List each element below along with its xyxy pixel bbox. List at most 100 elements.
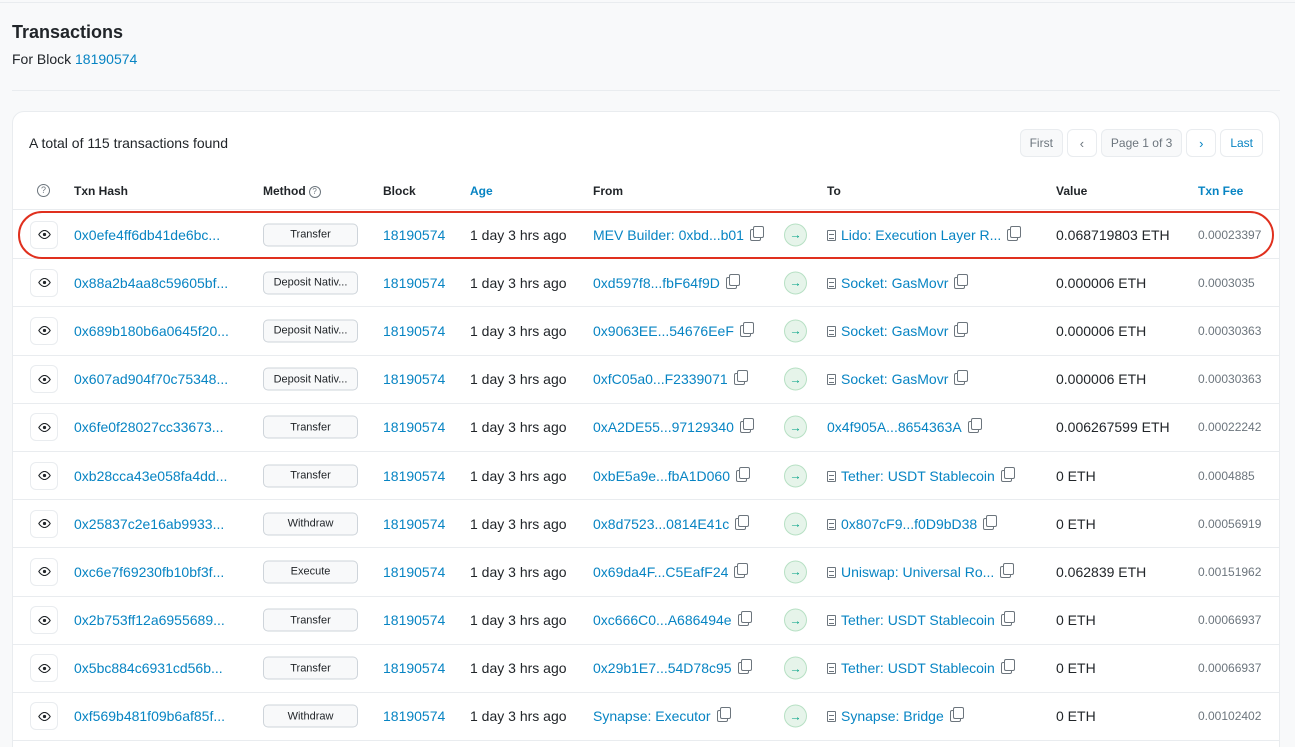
txn-hash-link[interactable]: 0x689b180b6a0645f20... [74, 323, 229, 339]
next-page-button[interactable]: › [1186, 129, 1217, 157]
method-badge: Deposit Nativ... [263, 367, 358, 391]
from-address-link[interactable]: 0xbE5a9e...fbA1D060 [593, 468, 730, 484]
block-link[interactable]: 18190574 [383, 516, 445, 532]
preview-eye-button[interactable] [30, 702, 58, 731]
block-number-link[interactable]: 18190574 [75, 51, 137, 67]
last-page-button[interactable]: Last [1220, 129, 1263, 157]
prev-page-button[interactable]: ‹ [1066, 129, 1097, 157]
txn-hash-link[interactable]: 0x6fe0f28027cc33673... [74, 419, 223, 435]
preview-eye-button[interactable] [30, 654, 58, 683]
col-from: From [593, 184, 623, 198]
arrow-right-icon: → [784, 415, 807, 439]
txn-hash-link[interactable]: 0x5bc884c6931cd56b... [74, 660, 223, 676]
to-address-link[interactable]: 0x4f905A...8654363A [827, 419, 962, 435]
to-address-link[interactable]: Tether: USDT Stablecoin [841, 660, 995, 676]
txn-hash-link[interactable]: 0xb28cca43e058fa4dd... [74, 468, 227, 484]
txn-hash-link[interactable]: 0xc6e7f69230fb10bf3f... [74, 564, 224, 580]
from-address: 0xd597f8...fbF64f9D [593, 273, 740, 291]
preview-eye-button[interactable] [30, 413, 58, 442]
from-address-link[interactable]: 0xA2DE55...97129340 [593, 419, 734, 435]
value-text: 0 ETH [1056, 467, 1096, 484]
to-address-link[interactable]: 0x807cF9...f0D9bD38 [841, 516, 977, 532]
block-link[interactable]: 18190574 [383, 371, 445, 387]
copy-icon[interactable] [749, 225, 764, 241]
copy-icon[interactable] [735, 514, 750, 530]
txn-hash-link[interactable]: 0x25837c2e16ab9933... [74, 516, 224, 532]
preview-eye-button[interactable] [30, 557, 58, 586]
preview-eye-button[interactable] [30, 268, 58, 297]
copy-icon[interactable] [739, 321, 754, 337]
block-link[interactable]: 18190574 [383, 419, 445, 435]
txn-hash-link[interactable]: 0x607ad904f70c75348... [74, 371, 228, 387]
copy-icon[interactable] [1000, 659, 1015, 675]
block-link[interactable]: 18190574 [383, 323, 445, 339]
copy-icon[interactable] [1000, 562, 1015, 578]
from-address-link[interactable]: Synapse: Executor [593, 708, 711, 724]
from-address-link[interactable]: 0xfC05a0...F2339071 [593, 371, 728, 387]
from-address-link[interactable]: MEV Builder: 0xbd...b01 [593, 227, 744, 243]
col-age-toggle[interactable]: Age [470, 184, 493, 198]
from-address-link[interactable]: 0x9063EE...54676EeF [593, 323, 734, 339]
txn-fee-text: 0.00056919 [1198, 516, 1262, 531]
question-icon[interactable]: ? [37, 184, 50, 197]
copy-icon[interactable] [954, 273, 969, 289]
from-address-link[interactable]: 0x69da4F...C5EafF24 [593, 564, 728, 580]
block-link[interactable]: 18190574 [383, 468, 445, 484]
arrow-right-icon: → [784, 367, 807, 391]
preview-eye-button[interactable] [30, 461, 58, 490]
preview-eye-button[interactable] [30, 316, 58, 345]
txn-fee-text: 0.00066937 [1198, 661, 1262, 676]
preview-eye-button[interactable] [30, 365, 58, 394]
to-address-link[interactable]: Uniswap: Universal Ro... [841, 564, 994, 580]
block-link[interactable]: 18190574 [383, 275, 445, 291]
to-address-link[interactable]: Synapse: Bridge [841, 708, 944, 724]
txn-hash-link[interactable]: 0x0efe4ff6db41de6bc... [74, 227, 220, 243]
block-link[interactable]: 18190574 [383, 660, 445, 676]
from-address-link[interactable]: 0xd597f8...fbF64f9D [593, 275, 720, 291]
method-info-icon[interactable]: ? [308, 186, 321, 198]
arrow-right-icon: → [784, 271, 807, 295]
copy-icon[interactable] [734, 562, 749, 578]
to-address-link[interactable]: Socket: GasMovr [841, 323, 948, 339]
block-link[interactable]: 18190574 [383, 564, 445, 580]
copy-icon[interactable] [1007, 225, 1022, 241]
to-address-link[interactable]: Tether: USDT Stablecoin [841, 612, 995, 628]
copy-icon[interactable] [739, 418, 754, 434]
copy-icon[interactable] [967, 418, 982, 434]
copy-icon[interactable] [736, 466, 750, 482]
txn-hash-link[interactable]: 0xf569b481f09b6af85f... [74, 708, 225, 724]
eye-icon [37, 615, 51, 625]
copy-icon[interactable] [737, 659, 752, 675]
from-address-link[interactable]: 0x8d7523...0814E41c [593, 516, 729, 532]
copy-icon[interactable] [983, 514, 998, 530]
copy-icon[interactable] [716, 707, 731, 723]
preview-eye-button[interactable] [30, 220, 58, 249]
value-text: 0 ETH [1056, 708, 1096, 725]
copy-icon[interactable] [1000, 611, 1015, 627]
block-link[interactable]: 18190574 [383, 612, 445, 628]
copy-icon[interactable] [733, 370, 748, 386]
to-address-link[interactable]: Socket: GasMovr [841, 275, 948, 291]
copy-icon[interactable] [954, 321, 969, 337]
col-fee-toggle[interactable]: Txn Fee [1198, 184, 1243, 198]
preview-eye-button[interactable] [30, 606, 58, 635]
block-link[interactable]: 18190574 [383, 227, 445, 243]
copy-icon[interactable] [954, 370, 969, 386]
first-page-button[interactable]: First [1019, 129, 1063, 157]
to-address-link[interactable]: Lido: Execution Layer R... [841, 227, 1001, 243]
from-address-link[interactable]: 0xc666C0...A686494e [593, 612, 732, 628]
txn-hash-link[interactable]: 0x2b753ff12a6955689... [74, 612, 225, 628]
copy-icon[interactable] [949, 707, 964, 723]
copy-icon[interactable] [725, 273, 740, 289]
preview-eye-button[interactable] [30, 509, 58, 538]
from-address-link[interactable]: 0x29b1E7...54D78c95 [593, 660, 732, 676]
to-address-link[interactable]: Socket: GasMovr [841, 371, 948, 387]
copy-icon[interactable] [1000, 466, 1015, 482]
txn-hash-link[interactable]: 0x88a2b4aa8c59605bf... [74, 275, 228, 291]
from-address: 0xA2DE55...97129340 [593, 418, 754, 435]
to-address-link[interactable]: Tether: USDT Stablecoin [841, 468, 995, 484]
eye-icon [37, 230, 51, 240]
block-link[interactable]: 18190574 [383, 708, 445, 724]
copy-icon[interactable] [737, 611, 752, 627]
eye-icon [37, 567, 51, 577]
